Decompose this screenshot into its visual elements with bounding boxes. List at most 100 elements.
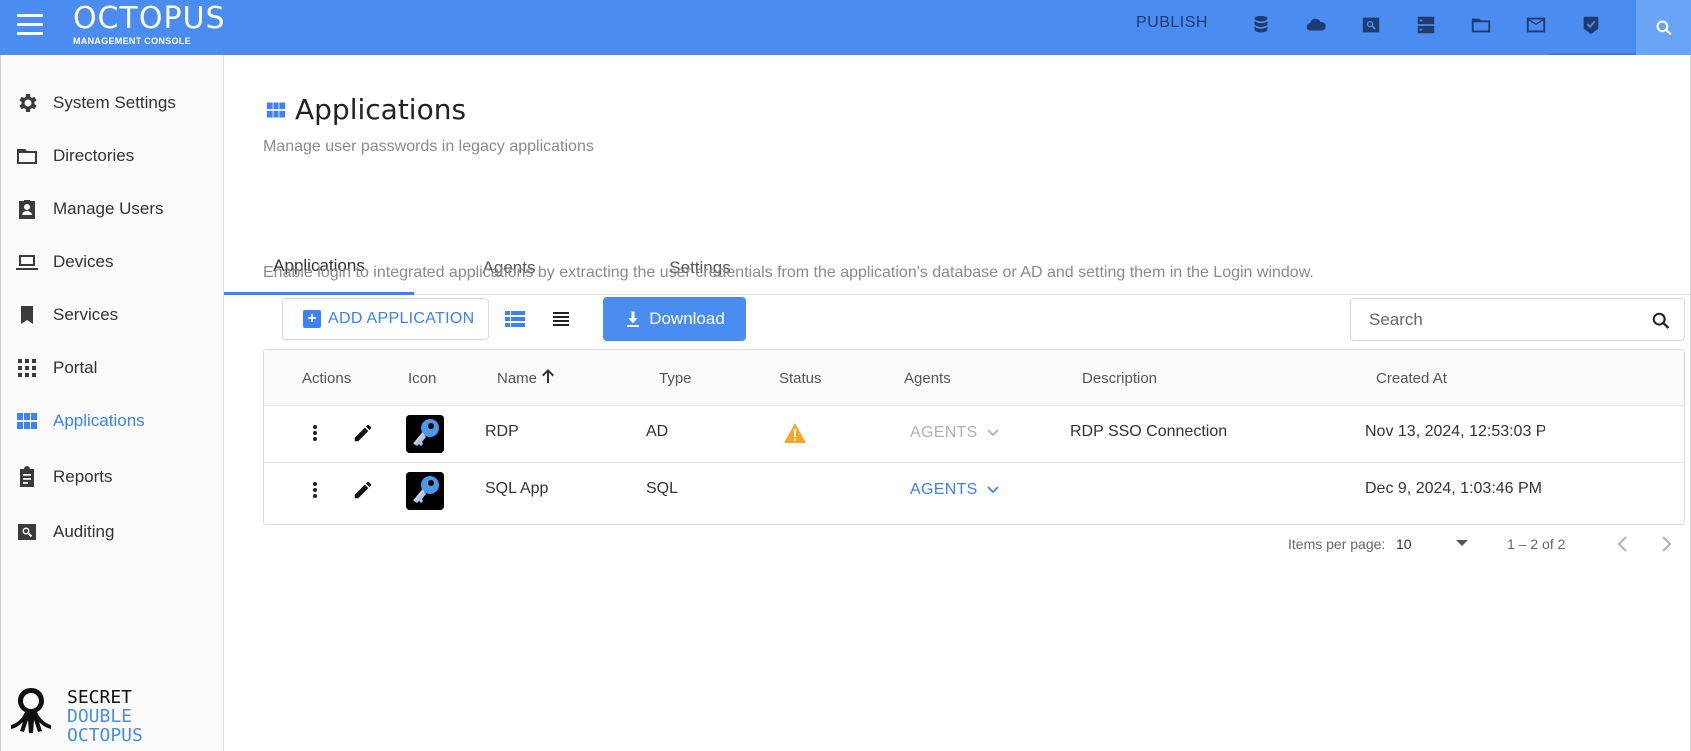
sidebar-item-directories[interactable]: Directories <box>1 136 225 176</box>
gear-icon <box>14 90 40 116</box>
next-page-icon[interactable] <box>1656 533 1676 555</box>
brand-logo: OCTOPUS MANAGEMENT CONSOLE <box>73 1 226 47</box>
app-created-at: Nov 13, 2024, 12:53:03 PM <box>1365 423 1545 440</box>
user-badge-icon <box>14 196 40 222</box>
caret-down-icon[interactable] <box>1456 540 1468 546</box>
main-content: Applications Manage user passwords in le… <box>224 55 1691 751</box>
applications-table: Actions Icon Name Type Status Agents Des… <box>263 349 1685 525</box>
sidebar-item-reports[interactable]: Reports <box>1 457 225 497</box>
more-options-icon[interactable] <box>310 480 320 502</box>
chevron-down-icon <box>986 429 999 437</box>
sidebar-item-portal[interactable]: Portal <box>1 348 225 388</box>
sidebar-item-auditing[interactable]: Auditing <box>1 512 225 552</box>
sidebar-item-label: Portal <box>53 358 98 377</box>
logo-line-3: OCTOPUS <box>67 725 143 746</box>
column-actions: Actions <box>302 370 352 387</box>
column-name[interactable]: Name <box>497 370 537 387</box>
download-icon <box>627 311 640 327</box>
edit-icon[interactable] <box>352 422 374 444</box>
sidebar-item-applications[interactable]: Applications <box>1 401 225 441</box>
download-button[interactable]: Download <box>603 297 746 341</box>
column-type: Type <box>659 370 692 387</box>
table-row: RDP AD AGENTS RDP SSO Connection Nov 13,… <box>264 406 1684 463</box>
search-icon[interactable] <box>1650 310 1672 332</box>
sidebar-item-label: Reports <box>53 467 113 486</box>
sidebar-item-label: Services <box>53 305 119 324</box>
app-name: SQL App <box>485 480 549 497</box>
publish-button[interactable]: PUBLISH <box>1136 14 1208 32</box>
sidebar-item-services[interactable]: Services <box>1 295 225 335</box>
sidebar-item-label: Devices <box>53 252 114 271</box>
clipboard-icon <box>14 464 40 490</box>
laptop-icon <box>14 249 40 275</box>
brand-subtitle: MANAGEMENT CONSOLE <box>73 36 191 46</box>
top-bar: OCTOPUS MANAGEMENT CONSOLE PUBLISH <box>0 0 1691 55</box>
logo-line-2: DOUBLE <box>67 706 133 727</box>
server-icon[interactable] <box>1413 12 1439 38</box>
sidebar-item-label: System Settings <box>53 93 176 112</box>
shield-check-icon[interactable] <box>1578 12 1604 38</box>
column-created-at: Created At <box>1376 370 1447 387</box>
card-view-icon[interactable] <box>504 309 526 329</box>
search-card-icon[interactable] <box>1358 12 1384 38</box>
agents-dropdown-label: AGENTS <box>910 481 978 498</box>
apps-grid-icon <box>14 408 40 434</box>
sidebar-item-label: Auditing <box>53 522 115 541</box>
agents-dropdown[interactable]: AGENTS <box>910 424 1000 442</box>
app-type: AD <box>646 423 669 440</box>
sidebar-item-devices[interactable]: Devices <box>1 242 225 282</box>
folder-icon <box>14 143 40 169</box>
search-input[interactable] <box>1369 309 1629 331</box>
list-view-icon[interactable] <box>550 309 572 329</box>
download-label: Download <box>649 309 725 328</box>
mail-icon[interactable] <box>1523 12 1549 38</box>
cloud-icon[interactable] <box>1303 12 1329 38</box>
search-field <box>1350 298 1685 341</box>
edit-icon[interactable] <box>352 479 374 501</box>
page-range: 1 – 2 of 2 <box>1507 536 1566 552</box>
menu-icon[interactable] <box>17 14 43 36</box>
more-options-icon[interactable] <box>310 423 320 445</box>
page-title: Applications <box>295 93 467 126</box>
warning-icon <box>783 422 807 444</box>
column-status: Status <box>779 370 822 387</box>
sidebar-item-label: Manage Users <box>53 199 164 218</box>
column-icon: Icon <box>408 370 437 387</box>
column-agents: Agents <box>904 370 951 387</box>
key-app-icon <box>406 472 444 510</box>
sidebar-item-manage-users[interactable]: Manage Users <box>1 189 225 229</box>
agents-dropdown[interactable]: AGENTS <box>910 481 1000 499</box>
search-card-icon <box>14 519 40 545</box>
bookmark-icon <box>14 302 40 328</box>
app-name: RDP <box>485 423 519 440</box>
sort-ascending-icon[interactable] <box>541 368 555 388</box>
sidebar: System Settings Directories Manage Users… <box>0 55 224 751</box>
page-header: Applications <box>266 93 466 126</box>
sidebar-item-label: Directories <box>53 146 135 165</box>
app-created-at: Dec 9, 2024, 1:03:46 PM <box>1365 480 1542 497</box>
folder-icon[interactable] <box>1468 12 1494 38</box>
description-text: Enable login to integrated applications … <box>263 264 1314 281</box>
app-type: SQL <box>646 480 679 497</box>
sidebar-item-system-settings[interactable]: System Settings <box>1 83 225 123</box>
logo-line-1: SECRET <box>67 687 133 708</box>
column-description: Description <box>1082 370 1158 387</box>
chevron-down-icon <box>986 486 999 494</box>
brand-title: OCTOPUS <box>73 1 226 36</box>
sidebar-item-label: Applications <box>53 411 145 430</box>
app-description: RDP SSO Connection <box>1070 423 1228 440</box>
table-row: SQL App SQL AGENTS Dec 9, 2024, 1:03:46 … <box>264 463 1684 520</box>
grid-dots-icon <box>14 355 40 381</box>
previous-page-icon[interactable] <box>1613 533 1633 555</box>
database-icon[interactable] <box>1248 12 1274 38</box>
apps-grid-icon <box>266 102 286 117</box>
table-header: Actions Icon Name Type Status Agents Des… <box>264 350 1684 406</box>
octopus-icon <box>11 688 51 733</box>
key-app-icon <box>406 415 444 453</box>
add-application-button[interactable]: + ADD APPLICATION <box>282 298 489 340</box>
paginator: Items per page: 10 1 – 2 of 2 <box>224 529 1691 559</box>
agents-dropdown-label: AGENTS <box>910 424 978 441</box>
items-per-page-select[interactable]: 10 <box>1396 536 1412 552</box>
add-application-label: ADD APPLICATION <box>328 310 475 327</box>
search-icon[interactable] <box>1636 0 1691 55</box>
